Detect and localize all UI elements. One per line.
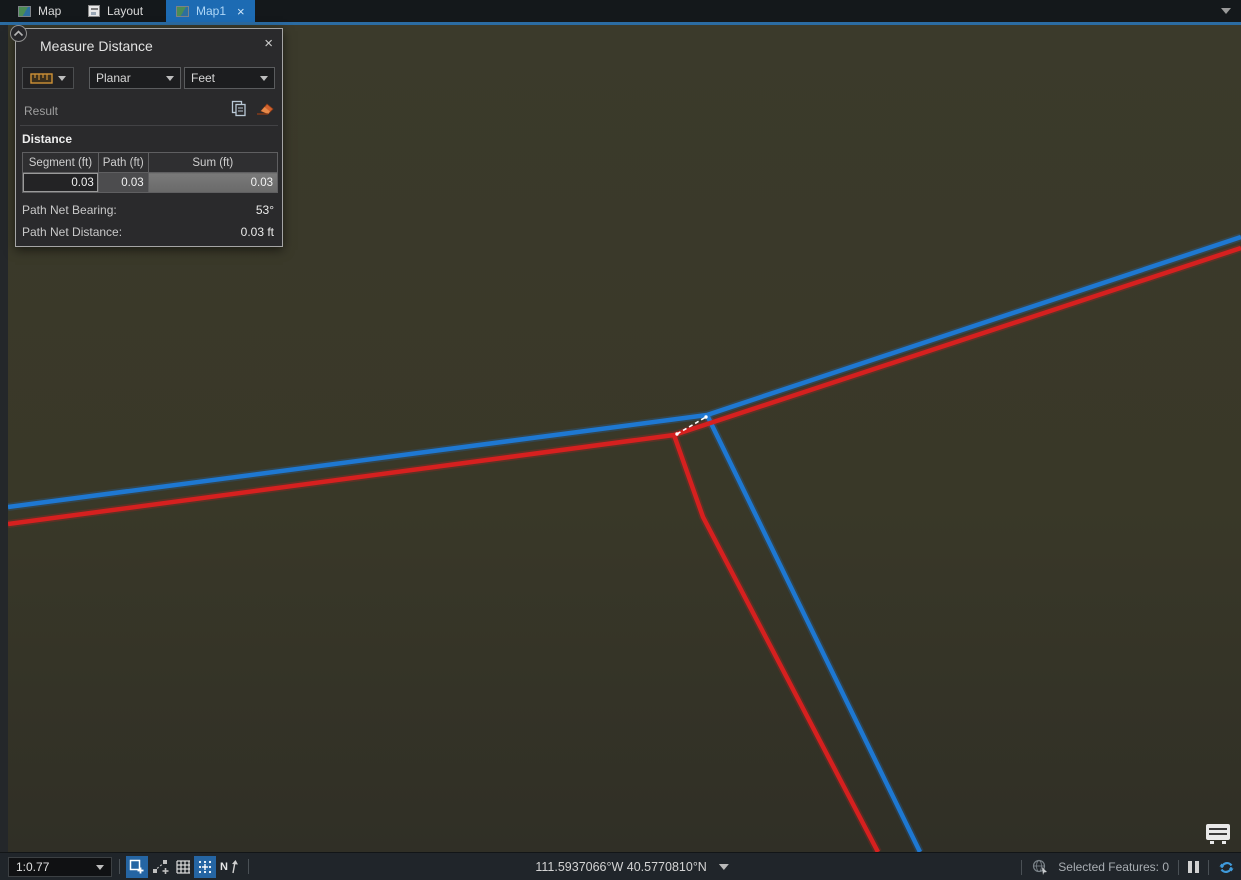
layout-view-icon bbox=[88, 5, 100, 17]
dotted-grid-crosshair-icon bbox=[197, 859, 213, 875]
chevron-down-icon bbox=[58, 76, 66, 81]
table-row: 0.03 0.03 0.03 bbox=[23, 173, 278, 193]
view-tab-bar: Map Layout Map1 × bbox=[0, 0, 1241, 22]
tab-map1-label: Map1 bbox=[196, 4, 226, 18]
coordinates-value: 111.5937066°W 40.5770810°N bbox=[535, 860, 706, 874]
north-arrow-icon bbox=[228, 860, 238, 874]
copy-result-icon[interactable] bbox=[231, 100, 247, 117]
selected-features-status: Selected Features: 0 bbox=[1058, 860, 1169, 874]
map-scale-value: 1:0.77 bbox=[16, 860, 49, 874]
collapse-pane-button[interactable] bbox=[10, 25, 27, 42]
divider bbox=[248, 859, 249, 874]
coordinate-readout[interactable]: 111.5937066°W 40.5770810°N bbox=[535, 853, 728, 880]
result-label: Result bbox=[24, 104, 58, 118]
ruler-icon bbox=[30, 72, 53, 85]
close-tab-icon[interactable]: × bbox=[237, 5, 245, 18]
arcgis-pro-window: Map Layout Map1 × bbox=[0, 0, 1241, 880]
tray-icon[interactable] bbox=[1204, 822, 1232, 846]
col-header-sum: Sum (ft) bbox=[148, 153, 277, 173]
map-view-icon bbox=[18, 6, 31, 17]
col-header-segment: Segment (ft) bbox=[23, 153, 99, 173]
divider bbox=[119, 859, 120, 874]
grid-icon bbox=[176, 860, 191, 875]
path-net-bearing-value: 53° bbox=[256, 203, 274, 217]
measure-unit-select[interactable]: Feet bbox=[184, 67, 275, 89]
tab-overflow-chevron-icon[interactable] bbox=[1221, 8, 1231, 14]
path-net-distance-value: 0.03 ft bbox=[241, 225, 274, 239]
close-dialog-icon[interactable]: × bbox=[264, 35, 273, 52]
blue-feature-line-branch bbox=[707, 415, 920, 852]
map-scale-combobox[interactable]: 1:0.77 bbox=[8, 857, 112, 877]
red-feature-line-branch bbox=[674, 435, 878, 852]
path-net-bearing-label: Path Net Bearing: bbox=[22, 203, 117, 217]
clear-results-eraser-icon[interactable] bbox=[256, 101, 274, 116]
path-value: 0.03 bbox=[98, 173, 148, 193]
sum-value: 0.03 bbox=[148, 173, 277, 193]
tab-map1[interactable]: Map1 × bbox=[166, 0, 255, 22]
tab-map-label: Map bbox=[38, 4, 61, 18]
divider bbox=[1021, 860, 1022, 875]
selection-globe-icon bbox=[1031, 859, 1049, 875]
map-grid-button[interactable] bbox=[172, 856, 194, 878]
measure-unit-value: Feet bbox=[191, 71, 215, 85]
snap-to-sketch-button[interactable] bbox=[150, 856, 172, 878]
measure-mode-value: Planar bbox=[96, 71, 131, 85]
path-net-distance-label: Path Net Distance: bbox=[22, 225, 122, 239]
chevron-down-icon bbox=[719, 864, 729, 870]
left-edge-strip bbox=[0, 25, 8, 852]
snap-to-grid-button[interactable] bbox=[194, 856, 216, 878]
pause-drawing-button[interactable] bbox=[1188, 861, 1199, 873]
snapping-toggle-button[interactable] bbox=[126, 856, 148, 878]
status-bar: 1:0.77 bbox=[0, 852, 1241, 880]
tab-map[interactable]: Map bbox=[8, 0, 71, 22]
measure-tool-dropdown-button[interactable] bbox=[22, 67, 74, 89]
chevron-down-icon bbox=[96, 865, 104, 870]
blue-feature-line bbox=[8, 237, 1241, 507]
chevron-down-icon bbox=[260, 76, 268, 81]
chevron-up-icon bbox=[13, 30, 24, 37]
segment-value: 0.03 bbox=[23, 173, 99, 193]
snapping-icon bbox=[129, 859, 145, 875]
sketch-vertices-icon bbox=[152, 859, 170, 875]
divider bbox=[20, 125, 278, 126]
measure-distance-dialog: Measure Distance × Planar Feet Result bbox=[15, 28, 283, 247]
distance-section-label: Distance bbox=[22, 132, 72, 146]
north-label: N bbox=[220, 861, 228, 873]
divider bbox=[1178, 860, 1179, 875]
col-header-path: Path (ft) bbox=[98, 153, 148, 173]
dialog-title: Measure Distance bbox=[40, 38, 153, 54]
north-arrow-button[interactable]: N bbox=[216, 856, 242, 878]
measure-mode-select[interactable]: Planar bbox=[89, 67, 181, 89]
map-view-icon bbox=[176, 6, 189, 17]
tab-layout[interactable]: Layout bbox=[78, 0, 153, 22]
tab-layout-label: Layout bbox=[107, 4, 143, 18]
divider bbox=[1208, 860, 1209, 875]
distance-table: Segment (ft) Path (ft) Sum (ft) 0.03 0.0… bbox=[22, 152, 278, 193]
refresh-icon[interactable] bbox=[1218, 859, 1235, 876]
chevron-down-icon bbox=[166, 76, 174, 81]
